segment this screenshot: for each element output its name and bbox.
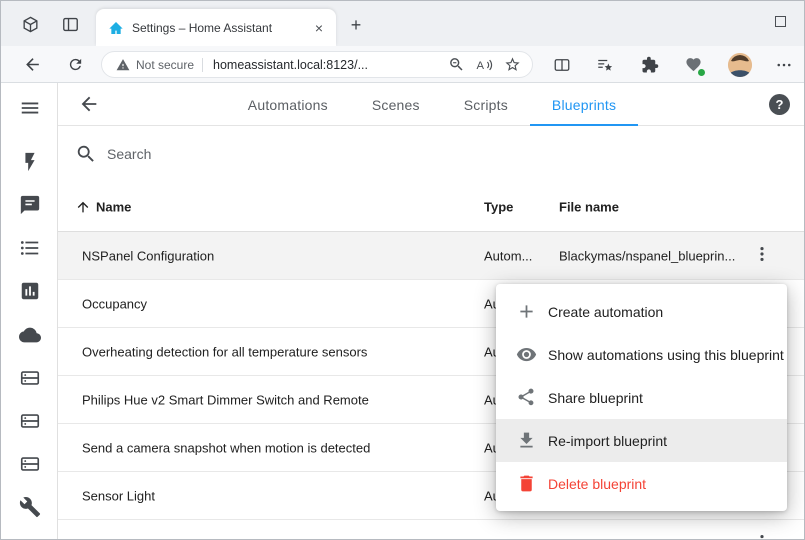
browser-tab-strip: Settings – Home Assistant × + bbox=[1, 1, 805, 46]
row-file: Blackymas/nspanel_blueprin... bbox=[559, 248, 735, 263]
cloud-icon[interactable] bbox=[18, 323, 42, 347]
history-icon[interactable] bbox=[18, 279, 42, 303]
search-icon bbox=[75, 143, 97, 165]
menu-item-create-automation[interactable]: Create automation bbox=[496, 290, 787, 333]
menu-item-share-blueprint[interactable]: Share blueprint bbox=[496, 376, 787, 419]
security-label[interactable]: Not secure bbox=[136, 58, 194, 72]
energy-icon[interactable] bbox=[18, 150, 42, 174]
sort-ascending-icon[interactable] bbox=[75, 199, 91, 215]
row-name: NSPanel Configuration bbox=[82, 248, 214, 263]
divider bbox=[202, 58, 203, 72]
tab-layout-icon[interactable] bbox=[59, 13, 81, 35]
browser-menu-icon[interactable] bbox=[772, 53, 795, 76]
zoom-out-icon[interactable] bbox=[446, 55, 466, 75]
menu-icon[interactable] bbox=[18, 96, 42, 120]
table-row[interactable]: NSPanel Configuration Autom... Blackymas… bbox=[58, 232, 805, 280]
row-name: Overheating detection for all temperatur… bbox=[82, 344, 367, 359]
profile-avatar[interactable] bbox=[728, 53, 752, 77]
logbook-icon[interactable] bbox=[18, 236, 42, 260]
extensions-icon[interactable] bbox=[638, 53, 661, 76]
trash-icon bbox=[516, 473, 537, 494]
row-overflow-menu-icon[interactable] bbox=[752, 244, 776, 268]
home-assistant-favicon bbox=[108, 20, 124, 36]
menu-item-label: Re-import blueprint bbox=[548, 433, 667, 449]
refresh-icon[interactable] bbox=[64, 53, 87, 76]
menu-item-label: Show automations using this blueprint bbox=[548, 347, 784, 363]
tab-scripts[interactable]: Scripts bbox=[442, 83, 530, 126]
server-icon[interactable] bbox=[18, 366, 42, 390]
row-type: Autom... bbox=[484, 248, 532, 263]
row-name: Set entities based on other entities new… bbox=[82, 536, 502, 540]
ha-topbar: Automations Scenes Scripts Blueprints ? bbox=[58, 83, 805, 126]
menu-item-label: Share blueprint bbox=[548, 390, 643, 406]
row-overflow-menu-icon[interactable] bbox=[752, 532, 776, 540]
row-name: Occupancy bbox=[82, 296, 147, 311]
row-name: Sensor Light bbox=[82, 488, 155, 503]
tab-close-icon[interactable]: × bbox=[310, 19, 328, 37]
favorite-star-icon[interactable] bbox=[502, 55, 522, 75]
server-icon[interactable] bbox=[18, 409, 42, 433]
download-icon bbox=[516, 430, 537, 451]
split-screen-icon[interactable] bbox=[550, 53, 573, 76]
search-bar bbox=[58, 126, 805, 182]
back-icon[interactable] bbox=[21, 53, 44, 76]
column-header-name[interactable]: Name bbox=[96, 199, 131, 214]
row-name: Philips Hue v2 Smart Dimmer Switch and R… bbox=[82, 392, 369, 407]
menu-item-delete-blueprint[interactable]: Delete blueprint bbox=[496, 462, 787, 505]
tab-title: Settings – Home Assistant bbox=[132, 21, 310, 35]
tab-scenes[interactable]: Scenes bbox=[350, 83, 442, 126]
blueprint-context-menu: Create automation Show automations using… bbox=[496, 284, 787, 511]
row-name: Send a camera snapshot when motion is de… bbox=[82, 440, 370, 455]
tab-blueprints[interactable]: Blueprints bbox=[530, 83, 638, 126]
search-input[interactable] bbox=[107, 146, 507, 162]
url-bar[interactable]: Not secure homeassistant.local:8123/... … bbox=[101, 51, 533, 78]
column-header-type[interactable]: Type bbox=[484, 199, 513, 214]
favorites-icon[interactable] bbox=[593, 53, 616, 76]
ha-tab-bar: Automations Scenes Scripts Blueprints bbox=[58, 83, 805, 126]
status-dot bbox=[697, 68, 706, 77]
row-file: EdwardTEN/set_entities_bas... bbox=[559, 536, 737, 540]
server-icon[interactable] bbox=[18, 452, 42, 476]
maximize-icon[interactable] bbox=[775, 16, 786, 27]
menu-item-show-automations[interactable]: Show automations using this blueprint bbox=[496, 333, 787, 376]
svg-text:A: A bbox=[477, 59, 485, 71]
table-header: Name Type File name bbox=[58, 182, 805, 232]
read-aloud-icon[interactable]: A bbox=[474, 55, 494, 75]
ha-sidebar bbox=[1, 83, 58, 540]
table-row[interactable]: Set entities based on other entities new… bbox=[58, 520, 805, 540]
browser-essentials-icon[interactable] bbox=[682, 53, 705, 76]
eye-icon bbox=[516, 344, 537, 365]
column-header-file[interactable]: File name bbox=[559, 199, 619, 214]
workspaces-icon[interactable] bbox=[19, 13, 41, 35]
chat-icon[interactable] bbox=[18, 193, 42, 217]
menu-item-reimport-blueprint[interactable]: Re-import blueprint bbox=[496, 419, 787, 462]
tools-icon[interactable] bbox=[18, 495, 42, 519]
url-text[interactable]: homeassistant.local:8123/... bbox=[213, 58, 438, 72]
plus-icon bbox=[516, 301, 537, 322]
share-icon bbox=[516, 387, 537, 408]
menu-item-label: Create automation bbox=[548, 304, 663, 320]
not-secure-warning-icon bbox=[116, 58, 130, 72]
row-type: Autom... bbox=[484, 536, 532, 540]
menu-item-label: Delete blueprint bbox=[548, 476, 646, 492]
new-tab-button[interactable]: + bbox=[345, 14, 367, 36]
browser-tab[interactable]: Settings – Home Assistant × bbox=[96, 9, 336, 46]
browser-address-bar: Not secure homeassistant.local:8123/... … bbox=[1, 46, 805, 83]
help-icon[interactable]: ? bbox=[769, 94, 790, 115]
browser-window: Settings – Home Assistant × + Not secure… bbox=[0, 0, 805, 540]
tab-automations[interactable]: Automations bbox=[226, 83, 350, 126]
